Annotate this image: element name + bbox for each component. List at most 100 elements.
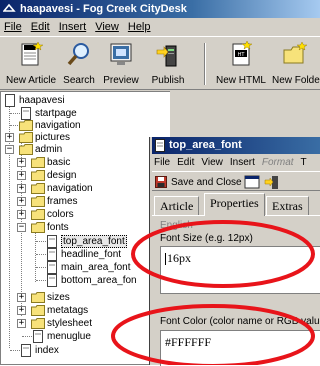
font-color-label: Font Color (color name or RGB value) — [160, 316, 320, 327]
folder-open-icon — [19, 144, 33, 155]
article-editor-window[interactable]: top_area_font File Edit View Insert Form… — [150, 137, 320, 366]
folder-icon — [31, 196, 45, 207]
menu-insert[interactable]: Insert — [59, 21, 87, 33]
menubar: File Edit Insert View Help — [0, 18, 320, 35]
tree-guide-line — [35, 232, 36, 282]
preview-icon — [110, 43, 132, 65]
menu-view[interactable]: View — [95, 21, 119, 33]
window-icon[interactable] — [244, 174, 260, 190]
properties-panel: English Font Size (e.g. 12px) 16px Font … — [152, 215, 320, 366]
editor-menu-view[interactable]: View — [201, 157, 223, 168]
save-and-close-label: Save and Close — [171, 176, 242, 188]
page-icon — [33, 330, 43, 343]
expand-toggle[interactable]: + — [17, 171, 26, 180]
publish-icon — [156, 45, 177, 67]
font-size-input[interactable]: 16px — [160, 246, 320, 294]
page-icon — [5, 94, 15, 107]
expand-toggle[interactable]: + — [17, 319, 26, 328]
new-html-label: New HTML — [215, 75, 266, 86]
search-button[interactable]: Search — [60, 39, 98, 89]
preview-label: Preview — [103, 75, 139, 86]
tree-connector — [22, 336, 32, 337]
new-html-icon: HT — [232, 41, 253, 66]
tree-connector — [10, 113, 20, 114]
preview-button[interactable]: Preview — [98, 39, 144, 89]
tab-article[interactable]: Article — [154, 196, 200, 215]
font-color-input[interactable]: #FFFFFF — [160, 330, 320, 366]
page-icon — [47, 248, 57, 261]
editor-menu-edit[interactable]: Edit — [177, 157, 194, 168]
window-title: haapavesi - Fog Creek CityDesk — [20, 3, 187, 15]
expand-toggle[interactable]: + — [17, 293, 26, 302]
folder-icon — [31, 292, 45, 303]
site-tree[interactable]: haapavesi startpage navigation + picture… — [0, 91, 170, 365]
folder-icon — [31, 318, 45, 329]
new-folder-icon — [283, 41, 308, 64]
expand-toggle[interactable]: + — [17, 306, 26, 315]
page-icon — [21, 107, 31, 120]
tab-properties[interactable]: Properties — [204, 193, 265, 216]
folder-icon — [31, 183, 45, 194]
tree-connector — [36, 280, 46, 281]
tree-connector — [36, 241, 46, 242]
search-icon — [67, 43, 89, 66]
editor-menu-insert[interactable]: Insert — [230, 157, 255, 168]
expand-toggle[interactable]: + — [5, 133, 14, 142]
floppy-disk-icon — [155, 176, 167, 188]
folder-icon — [31, 209, 45, 220]
expand-toggle[interactable]: + — [17, 184, 26, 193]
editor-title: top_area_font — [169, 139, 242, 151]
page-icon — [47, 235, 57, 248]
folder-icon — [31, 157, 45, 168]
publish-button[interactable]: Publish — [146, 39, 190, 89]
font-size-value: 16px — [167, 251, 191, 265]
folder-icon — [31, 305, 45, 316]
tab-extras[interactable]: Extras — [266, 196, 309, 215]
editor-title-bar[interactable]: top_area_font — [152, 137, 320, 154]
new-folder-label: New Folde — [272, 75, 320, 86]
collapse-toggle[interactable]: − — [5, 145, 14, 154]
editor-menu-format: Format — [261, 156, 294, 168]
page-icon — [47, 261, 57, 274]
editor-toolbar: Save and Close — [152, 171, 320, 191]
main-toolbar: New Article Search Preview Publish HT Ne… — [0, 36, 320, 90]
publish-label: Publish — [151, 75, 185, 86]
editor-menubar: File Edit View Insert Format T — [152, 154, 320, 170]
new-article-button[interactable]: New Article — [2, 39, 60, 89]
menu-edit[interactable]: Edit — [31, 21, 50, 33]
tree-connector — [10, 350, 20, 351]
editor-menu-file[interactable]: File — [154, 157, 170, 168]
menu-file[interactable]: File — [4, 21, 22, 33]
expand-toggle[interactable]: + — [17, 158, 26, 167]
svg-text:HT: HT — [238, 52, 246, 58]
window-title-bar[interactable]: haapavesi - Fog Creek CityDesk — [0, 0, 320, 18]
app-icon — [3, 3, 16, 12]
page-icon — [21, 344, 31, 357]
save-and-close-button[interactable]: Save and Close — [155, 174, 242, 190]
new-article-label: New Article — [5, 75, 56, 86]
folder-icon — [31, 170, 45, 181]
tree-connector — [36, 267, 46, 268]
collapse-toggle[interactable]: − — [17, 223, 26, 232]
font-color-value: #FFFFFF — [165, 335, 212, 349]
page-icon — [47, 274, 57, 287]
text-caret — [165, 253, 166, 266]
new-folder-button[interactable]: New Folde — [270, 39, 320, 89]
expand-toggle[interactable]: + — [17, 197, 26, 206]
publish-small-icon[interactable] — [264, 174, 280, 190]
folder-icon — [19, 120, 33, 131]
menu-help[interactable]: Help — [128, 21, 151, 33]
folder-icon — [19, 132, 33, 143]
folder-open-icon — [31, 222, 45, 233]
font-size-label: Font Size (e.g. 12px) — [160, 233, 253, 244]
editor-menu-more[interactable]: T — [301, 157, 307, 168]
new-article-icon — [21, 41, 44, 66]
new-html-button[interactable]: HT New HTML — [214, 39, 268, 89]
toolbar-separator — [204, 43, 206, 85]
editor-tabs: Article Properties Extras — [152, 193, 320, 216]
expand-toggle[interactable]: + — [17, 210, 26, 219]
language-label: English — [160, 220, 193, 231]
document-icon — [155, 139, 165, 152]
search-label: Search — [63, 75, 95, 86]
tree-connector — [36, 254, 46, 255]
